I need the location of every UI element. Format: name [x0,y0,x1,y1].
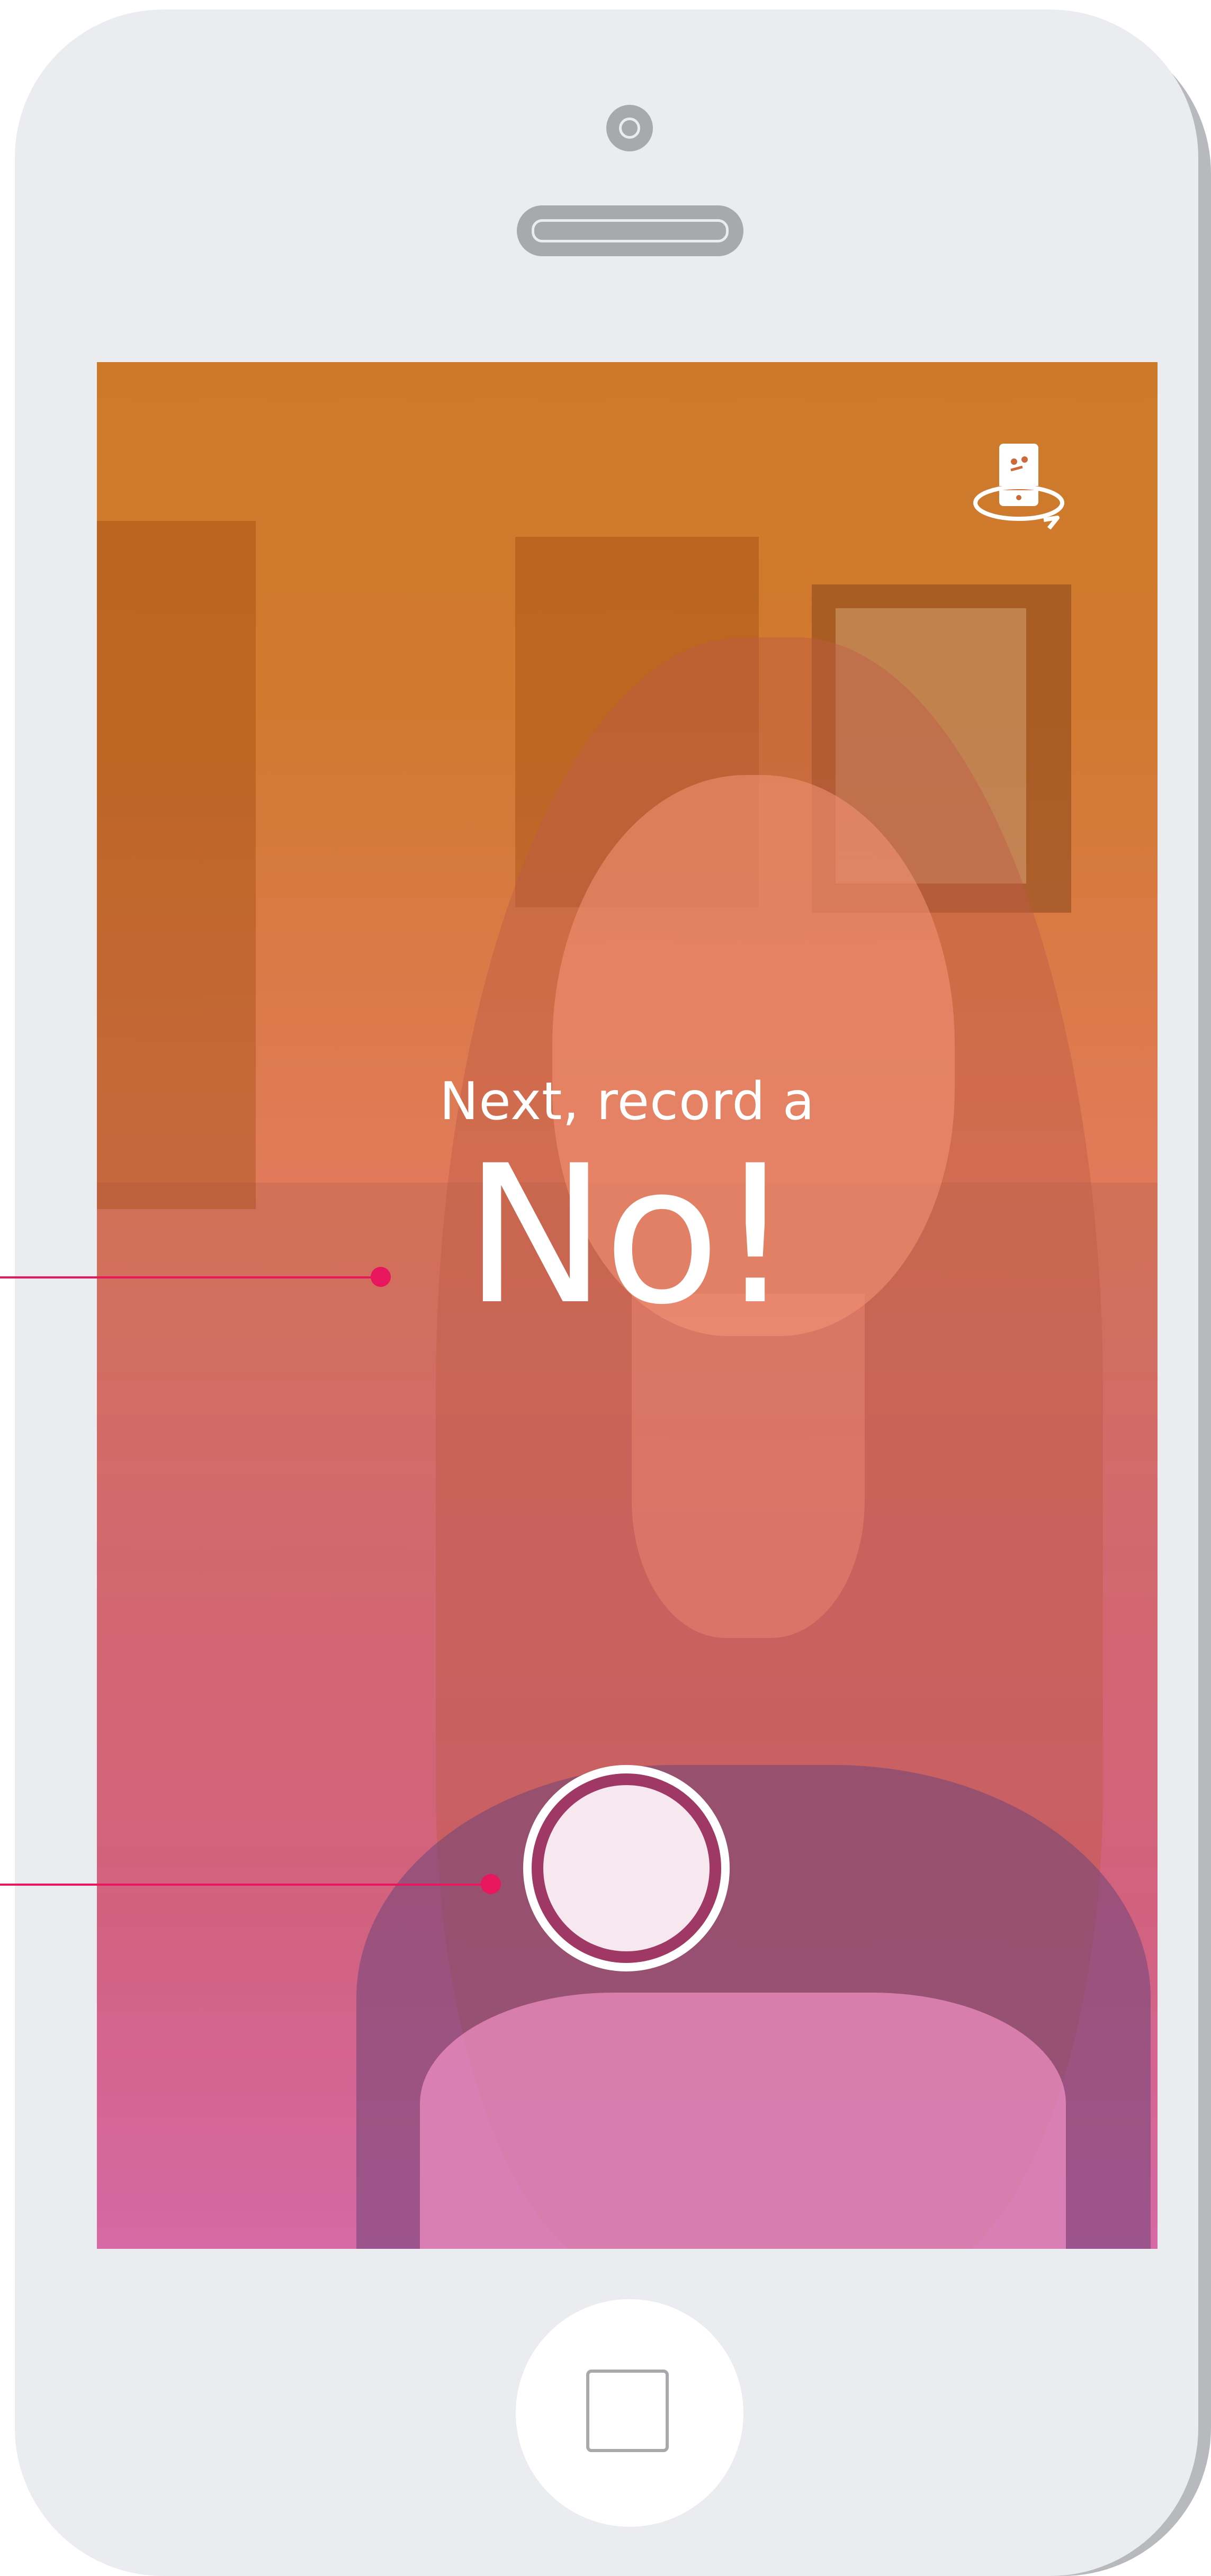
home-button[interactable] [516,2299,743,2527]
annotation-dot-record [481,1874,501,1894]
annotation-line-prompt [0,1276,381,1278]
prompt-word: No! [464,1124,794,1346]
flip-camera-icon[interactable] [970,440,1068,536]
camera-viewfinder: Next, record a No! [97,362,1158,2249]
annotation-line-record [0,1884,492,1886]
front-camera-lens [606,105,653,151]
record-button-inner [543,1785,710,1951]
home-button-icon [586,2370,669,2452]
annotation-dot-prompt [371,1267,391,1287]
prompt-subtitle: Next, record a [439,1071,815,1132]
record-button[interactable] [523,1765,730,1971]
mockup-stage: Next, record a No! [0,0,1211,2576]
subject-shirt-front [420,1993,1066,2249]
phone-frame: Next, record a No! [15,10,1198,2576]
earpiece-speaker [517,205,743,256]
